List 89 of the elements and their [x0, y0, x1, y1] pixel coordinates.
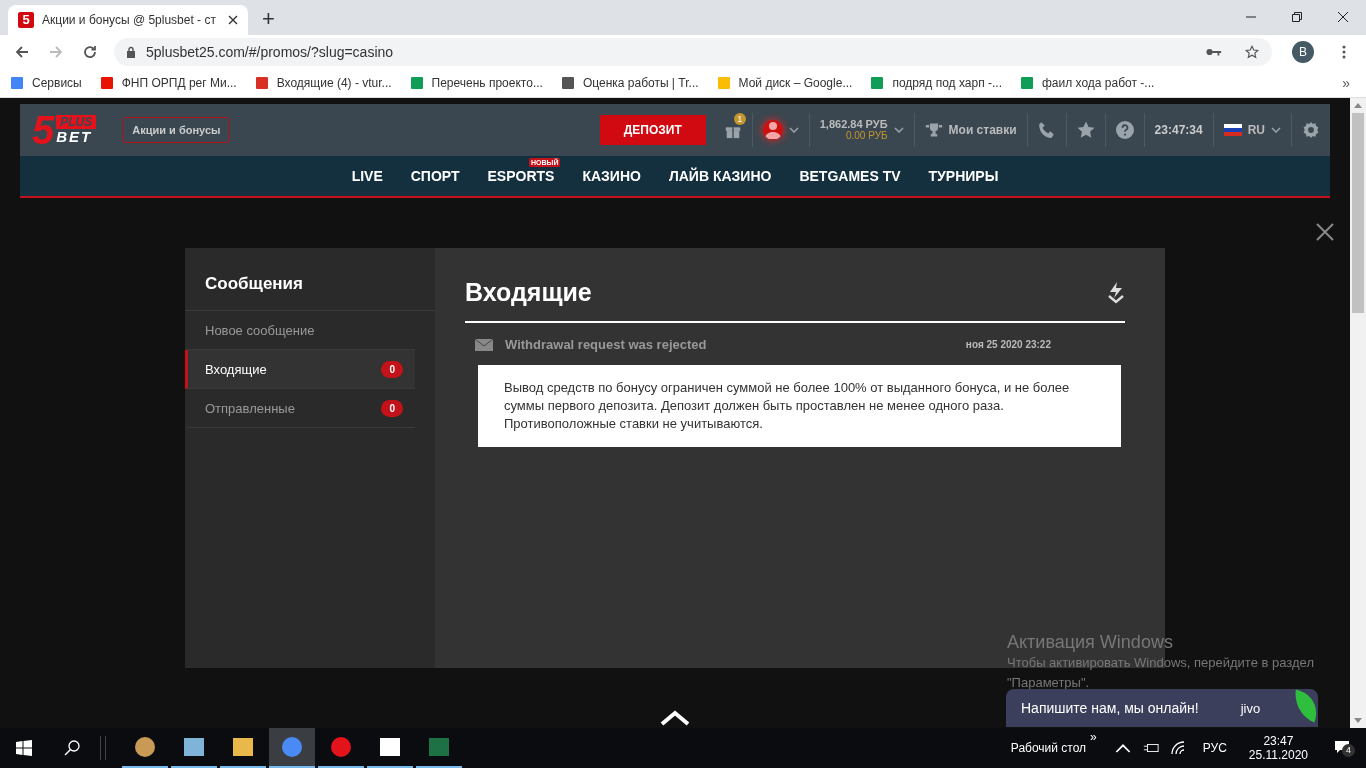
bookmark-favicon-icon [716, 75, 731, 90]
count-badge: 0 [381, 399, 403, 417]
tab-title: Акции и бонусы @ 5plusbet - ст [42, 13, 217, 27]
battery-icon[interactable] [1142, 741, 1159, 755]
bookmark-item[interactable]: Мой диск – Google... [716, 75, 853, 90]
profile-avatar[interactable]: B [1292, 40, 1314, 63]
nav-link[interactable]: ЛАЙВ КАЗИНО [668, 168, 772, 184]
bookmark-favicon-icon [10, 75, 24, 90]
app-icon [182, 735, 206, 759]
star-icon[interactable] [1076, 121, 1095, 139]
deposit-button[interactable]: ДЕПОЗИТ [599, 115, 706, 145]
chat-widget[interactable]: Напишите нам, мы онлайн! jivo [1006, 689, 1318, 727]
chevron-down-icon[interactable] [788, 127, 799, 133]
message-subject: Withdrawal request was rejected [505, 337, 707, 352]
restore-icon[interactable] [1291, 11, 1303, 23]
scrollbar[interactable] [1350, 98, 1366, 728]
bookmark-favicon-icon [870, 75, 885, 90]
app-icon [427, 735, 451, 759]
nav-link[interactable]: LIVE [351, 168, 383, 184]
new-tab-button[interactable]: + [262, 7, 275, 31]
close-icon[interactable] [1337, 11, 1349, 23]
bookmark-favicon-icon [560, 75, 575, 90]
bookmark-item[interactable]: подряд под харп -... [870, 75, 1002, 90]
nav-link[interactable]: СПОРТ [410, 168, 460, 184]
inbox-heading: Входящие [465, 278, 592, 307]
bookmark-item[interactable]: Перечень проекто... [409, 75, 543, 90]
bookmark-item[interactable]: фаил хода работ -... [1019, 75, 1155, 90]
app-icon [231, 735, 255, 759]
scroll-up-icon[interactable] [660, 710, 690, 726]
sidebar-item[interactable]: Входящие 0 [185, 350, 415, 389]
more-bookmarks-button[interactable]: » [1342, 74, 1350, 91]
sidebar-item[interactable]: Отправленные 0 [185, 389, 415, 428]
promotions-button[interactable]: Акции и бонусы [122, 117, 231, 143]
count-badge: 0 [381, 360, 403, 378]
toolbar-expand-button[interactable]: » [1090, 730, 1097, 744]
nav-link[interactable]: ESPORTS [487, 168, 555, 184]
leaf-icon [1294, 689, 1318, 724]
desktop-toolbar-label[interactable]: Рабочий стол [1010, 741, 1087, 755]
scrollbar-thumb[interactable] [1352, 113, 1364, 313]
sidebar-title: Сообщения [185, 248, 435, 311]
bookmark-favicon-icon [99, 75, 114, 90]
chevron-down-icon[interactable] [1271, 127, 1281, 133]
bonus-balance: 0.00 РУБ [845, 130, 888, 142]
taskbar-time[interactable]: 23:47 [1263, 734, 1294, 748]
flag-icon [1223, 124, 1242, 136]
user-icon[interactable] [762, 120, 783, 140]
bookmark-favicon-icon [1019, 75, 1034, 90]
activation-title: Активация Windows [1007, 632, 1174, 653]
message-body: Вывод средств по бонусу ограничен суммой не более 100% от выданного бонуса, и не более суммы первого депозита. Депозит должен быть проставлен не менее одного раза. Противоположные ставки не учитываются. [478, 365, 1121, 447]
message-date: ноя 25 2020 23:22 [965, 339, 1051, 350]
bookmark-item[interactable]: Сервисы [10, 75, 82, 90]
trophy-icon [924, 121, 943, 139]
star-icon[interactable] [1244, 44, 1260, 59]
nav-link[interactable]: КАЗИНО [582, 168, 641, 184]
app-icon [133, 735, 157, 759]
app-icon [378, 735, 402, 759]
scroll-down-arrow-icon[interactable] [1354, 718, 1362, 723]
phone-icon[interactable] [1037, 121, 1056, 139]
nav-link[interactable]: BETGAMES TV [799, 168, 901, 184]
language-selector[interactable]: RU [1247, 123, 1265, 137]
envelope-icon [475, 338, 493, 351]
chat-brand: jivo [1240, 700, 1261, 716]
settings-icon[interactable] [1302, 121, 1320, 139]
address-bar[interactable]: 5plusbet25.com/#/promos/?slug=casino [114, 37, 1272, 66]
clock-time: 23:47:34 [1154, 123, 1203, 137]
bookmark-item[interactable]: ФНП ОРПД рег Ми... [99, 75, 237, 90]
app-icon [329, 735, 353, 759]
notification-badge: 1 [733, 113, 746, 125]
balance-amount: 1,862.84 РУБ [819, 118, 888, 130]
bookmark-favicon-icon [409, 75, 424, 90]
close-icon[interactable] [228, 15, 238, 25]
help-icon[interactable] [1115, 121, 1134, 139]
lock-icon [126, 45, 136, 58]
browser-tab[interactable]: 5 Акции и бонусы @ 5plusbet - ст [8, 5, 248, 35]
input-language[interactable]: РУС [1202, 741, 1227, 755]
activation-text: Чтобы активировать Windows, перейдите в раздел "Параметры". [1007, 654, 1315, 692]
my-bets-link[interactable]: Мои ставки [948, 123, 1017, 137]
lightning-arrow-icon[interactable] [1107, 281, 1125, 304]
nav-link[interactable]: ТУРНИРЫ [928, 168, 999, 184]
close-icon[interactable] [1316, 223, 1334, 241]
site-favicon: 5 [18, 12, 34, 28]
scroll-up-arrow-icon[interactable] [1354, 103, 1362, 108]
bookmark-item[interactable]: Входящие (4) - vtur... [254, 75, 392, 90]
app-icon [280, 735, 304, 759]
taskbar-date[interactable]: 25.11.2020 [1248, 748, 1308, 762]
bookmark-favicon-icon [254, 75, 269, 90]
chevron-down-icon[interactable] [893, 127, 904, 133]
wifi-icon[interactable] [1170, 741, 1187, 755]
bookmark-item[interactable]: Оценка работы | Tr... [560, 75, 699, 90]
